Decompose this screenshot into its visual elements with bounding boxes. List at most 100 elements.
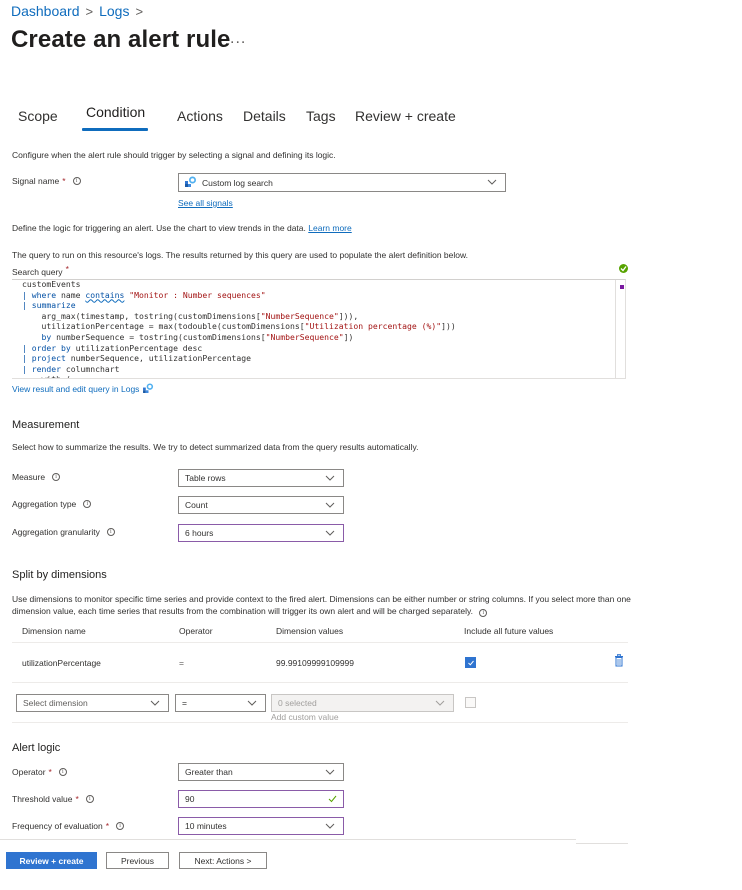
chevron-down-icon	[325, 821, 335, 831]
code-line: utilizationPercentage = max(todouble(cus…	[22, 321, 456, 332]
breadcrumb-dashboard[interactable]: Dashboard	[11, 3, 80, 19]
breadcrumb-separator: >	[85, 3, 94, 19]
measurement-description: Select how to summarize the results. We …	[12, 442, 419, 452]
active-tab-indicator	[82, 128, 148, 131]
log-search-icon	[185, 176, 197, 189]
code-line: | order by utilizationPercentage desc	[22, 342, 203, 353]
next-actions-button[interactable]: Next: Actions >	[179, 852, 267, 869]
query-code[interactable]: customEvents | where name contains "Moni…	[22, 279, 456, 378]
select-dimension-dropdown[interactable]: Select dimension	[16, 694, 169, 712]
review-create-button[interactable]: Review + create	[6, 852, 97, 869]
alert-operator-select[interactable]: Greater than	[178, 763, 344, 781]
see-all-signals-link[interactable]: See all signals	[178, 198, 233, 208]
view-in-logs: View result and edit query in Logs	[12, 380, 154, 398]
tab-condition[interactable]: Condition	[86, 104, 145, 128]
aggregation-type-value: Count	[185, 500, 208, 510]
threshold-input[interactable]: 90	[178, 790, 344, 808]
more-options-button[interactable]: ...	[230, 30, 246, 48]
breadcrumb-logs[interactable]: Logs	[99, 3, 129, 19]
measure-value: Table rows	[185, 473, 226, 483]
required-mark: *	[48, 767, 52, 777]
row-dimension-name: utilizationPercentage	[22, 658, 101, 668]
signal-name-text: Signal name	[12, 176, 60, 186]
chevron-down-icon	[325, 767, 335, 777]
required-mark: *	[105, 821, 110, 831]
measure-label-text: Measure	[12, 472, 46, 482]
tab-details[interactable]: Details	[243, 108, 286, 132]
condition-intro: Configure when the alert rule should tri…	[12, 150, 336, 160]
code-line: | summarize	[22, 300, 76, 311]
aggregation-granularity-select[interactable]: 6 hours	[178, 524, 344, 542]
tab-review-create[interactable]: Review + create	[355, 108, 456, 132]
add-custom-value-link[interactable]: Add custom value	[271, 712, 339, 722]
footer-divider	[0, 839, 576, 840]
include-future-checkbox[interactable]	[465, 657, 476, 668]
threshold-label-text: Threshold value	[12, 794, 73, 804]
info-icon[interactable]: i	[52, 473, 61, 481]
threshold-label: Threshold value * i	[12, 794, 94, 804]
logic-description: Define the logic for triggering an alert…	[12, 223, 352, 233]
select-dimension-placeholder: Select dimension	[23, 698, 88, 708]
log-search-icon	[143, 380, 154, 398]
aggregation-granularity-text: Aggregation granularity	[12, 527, 100, 537]
column-dimension-values: Dimension values	[276, 626, 344, 636]
info-icon[interactable]: i	[106, 528, 115, 536]
row-operator: =	[179, 658, 184, 668]
page-title: Create an alert rule	[11, 26, 231, 53]
code-line: arg_max(timestamp, tostring(customDimens…	[22, 310, 359, 321]
dimension-values-dropdown[interactable]: 0 selected	[271, 694, 454, 712]
code-line: by numberSequence = tostring(customDimen…	[41, 331, 354, 342]
chevron-down-icon	[150, 698, 160, 708]
row-dimension-values: 99.99109999109999	[276, 658, 354, 668]
code-line: customEvents	[22, 279, 81, 289]
code-line: | project numberSequence, utilizationPer…	[22, 353, 252, 364]
info-icon[interactable]: i	[479, 609, 488, 617]
code-line: | render columnchart	[22, 363, 120, 374]
frequency-label-text: Frequency of evaluation	[12, 821, 103, 831]
aggregation-granularity-value: 6 hours	[185, 528, 214, 538]
aggregation-type-select[interactable]: Count	[178, 496, 344, 514]
info-icon[interactable]: i	[58, 768, 67, 776]
required-mark: *	[75, 794, 79, 804]
chevron-down-icon	[487, 177, 497, 187]
code-line: with (	[22, 374, 70, 378]
editor-scrollbar[interactable]	[615, 280, 625, 378]
column-operator: Operator	[179, 626, 213, 636]
search-query-label: Search query *	[12, 264, 69, 277]
operator-label-text: Operator	[12, 767, 46, 777]
tab-tags[interactable]: Tags	[306, 108, 336, 132]
frequency-select[interactable]: 10 minutes	[178, 817, 344, 835]
tab-scope[interactable]: Scope	[18, 108, 58, 132]
operator-dropdown[interactable]: =	[175, 694, 266, 712]
threshold-value: 90	[185, 794, 195, 804]
info-icon[interactable]: i	[72, 177, 81, 185]
info-icon[interactable]: i	[116, 822, 125, 830]
search-query-editor[interactable]: customEvents | where name contains "Moni…	[12, 279, 626, 379]
column-dimension-name: Dimension name	[22, 626, 86, 636]
learn-more-link[interactable]: Learn more	[308, 223, 351, 233]
valid-check-icon	[328, 795, 337, 805]
footer-divider	[576, 843, 628, 844]
tab-actions[interactable]: Actions	[177, 108, 223, 132]
search-query-text: Search query	[12, 267, 63, 277]
measure-select[interactable]: Table rows	[178, 469, 344, 487]
signal-name-value: Custom log search	[202, 177, 273, 188]
frequency-label: Frequency of evaluation * i	[12, 821, 125, 831]
delete-icon[interactable]	[614, 654, 624, 672]
previous-button[interactable]: Previous	[106, 852, 169, 869]
alert-logic-title: Alert logic	[12, 742, 61, 754]
dimensions-description: Use dimensions to monitor specific time …	[12, 593, 632, 617]
required-mark: *	[62, 176, 66, 186]
operator-value: =	[182, 698, 187, 708]
signal-name-select[interactable]: Custom log search	[178, 173, 506, 192]
breadcrumb-separator: >	[135, 3, 144, 19]
info-icon[interactable]: i	[85, 795, 94, 803]
operator-label: Operator * i	[12, 767, 67, 777]
alert-operator-value: Greater than	[185, 767, 233, 777]
info-icon[interactable]: i	[83, 500, 92, 508]
chevron-down-icon	[325, 473, 335, 483]
table-divider	[12, 642, 628, 643]
new-include-future-checkbox[interactable]	[465, 697, 476, 708]
dimension-values-placeholder: 0 selected	[278, 698, 317, 708]
view-in-logs-link[interactable]: View result and edit query in Logs	[12, 384, 139, 394]
